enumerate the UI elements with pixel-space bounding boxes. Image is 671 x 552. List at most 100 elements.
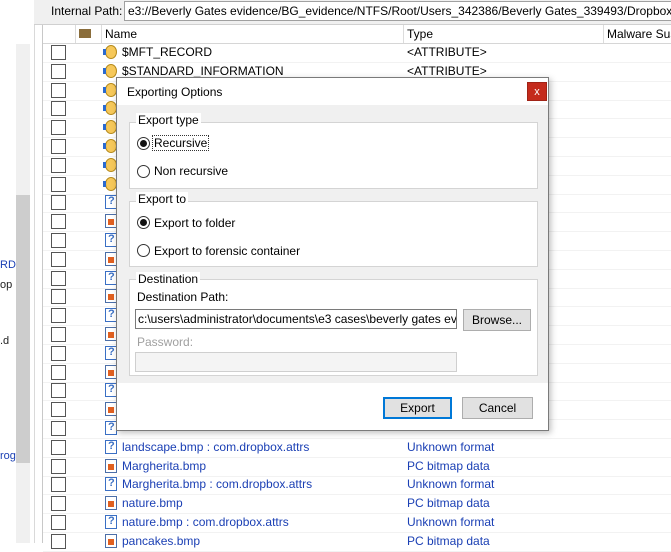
table-row[interactable]: nature.bmp PC bitmap data xyxy=(43,494,671,515)
row-checkbox[interactable] xyxy=(51,120,66,136)
unknown-file-icon xyxy=(105,515,117,529)
export-to-folder-radio[interactable] xyxy=(137,216,150,229)
export-to-legend: Export to xyxy=(136,192,189,206)
destination-group: Destination Destination Path: c:\users\a… xyxy=(129,272,538,376)
destination-legend: Destination xyxy=(136,272,201,286)
header-icon-col[interactable] xyxy=(76,25,102,43)
row-checkbox[interactable] xyxy=(51,327,66,342)
row-checkbox[interactable] xyxy=(51,289,66,305)
row-checkbox[interactable] xyxy=(51,402,66,418)
row-checkbox[interactable] xyxy=(51,364,66,380)
left-tree-panel: ▲ RD op .d rog xyxy=(0,0,35,543)
row-name: nature.bmp : com.dropbox.attrs xyxy=(122,515,289,529)
table-row[interactable]: $MFT_RECORD <ATTRIBUTE> xyxy=(43,43,671,63)
unknown-file-icon xyxy=(105,477,117,492)
header-type[interactable]: Type xyxy=(404,25,604,43)
row-type: <ATTRIBUTE> xyxy=(407,45,487,59)
row-checkbox[interactable] xyxy=(51,101,66,117)
row-checkbox[interactable] xyxy=(51,477,66,493)
row-checkbox[interactable] xyxy=(51,458,66,474)
tree-fragment[interactable]: RD xyxy=(0,259,16,271)
row-checkbox[interactable] xyxy=(51,383,66,399)
table-row[interactable]: Margherita.bmp : com.dropbox.attrs Unknow… xyxy=(43,475,671,496)
row-checkbox[interactable] xyxy=(51,45,66,60)
row-checkbox[interactable] xyxy=(51,533,66,549)
destination-path-label: Destination Path: xyxy=(137,290,229,304)
row-name: Margherita.bmp : com.dropbox.attrs xyxy=(122,477,313,492)
non-recursive-label[interactable]: Non recursive xyxy=(154,164,228,178)
dialog-title: Exporting Options xyxy=(127,85,223,99)
export-type-legend: Export type xyxy=(136,113,201,127)
table-row[interactable]: pancakes.bmp PC bitmap data xyxy=(43,532,671,552)
bitmap-file-icon xyxy=(105,458,117,473)
attribute-icon xyxy=(103,63,117,78)
browse-button[interactable]: Browse... xyxy=(463,309,531,331)
recursive-label[interactable]: Recursive xyxy=(152,135,210,151)
row-checkbox[interactable] xyxy=(51,421,66,436)
row-name: nature.bmp xyxy=(122,496,183,511)
path-bar: Internal Path: e3://Beverly Gates eviden… xyxy=(34,0,671,25)
tree-fragment[interactable]: op xyxy=(0,279,12,291)
unknown-file-icon xyxy=(105,439,117,454)
close-button[interactable]: x xyxy=(527,82,547,101)
folder-column-icon xyxy=(79,29,91,38)
row-checkbox[interactable] xyxy=(51,82,66,98)
header-name[interactable]: Name xyxy=(102,25,404,43)
table-row[interactable]: Margherita.bmp PC bitmap data xyxy=(43,457,671,477)
row-checkbox[interactable] xyxy=(51,251,66,267)
row-checkbox[interactable] xyxy=(51,496,66,512)
row-checkbox[interactable] xyxy=(51,515,66,530)
password-label: Password: xyxy=(137,335,194,349)
row-checkbox[interactable] xyxy=(51,345,66,361)
row-type: Unknown format xyxy=(407,515,495,529)
header-malware-suspicion[interactable]: Malware Susp xyxy=(604,25,671,43)
row-type: Unknown format xyxy=(407,439,495,454)
tree-scrollbar-thumb[interactable] xyxy=(16,195,30,463)
grid-header: Name Type Malware Susp xyxy=(43,25,671,44)
row-checkbox[interactable] xyxy=(51,176,66,192)
dialog-titlebar[interactable]: Exporting Options x xyxy=(117,78,548,105)
attribute-icon xyxy=(103,45,117,59)
row-checkbox[interactable] xyxy=(51,214,66,230)
row-type: PC bitmap data xyxy=(407,458,490,473)
dialog-button-bar: Export Cancel xyxy=(117,383,548,430)
row-checkbox[interactable] xyxy=(51,308,66,324)
recursive-radio[interactable] xyxy=(137,137,150,150)
header-checkbox-col[interactable] xyxy=(43,25,76,43)
row-name: pancakes.bmp xyxy=(122,533,201,548)
row-type: PC bitmap data xyxy=(407,496,490,511)
row-checkbox[interactable] xyxy=(51,270,66,286)
internal-path-label: Internal Path: xyxy=(51,4,123,18)
exporting-options-dialog: Exporting Options x Export type Recursiv… xyxy=(116,77,549,431)
row-type: <ATTRIBUTE> xyxy=(407,63,487,78)
row-name: $STANDARD_INFORMATION xyxy=(122,63,284,78)
tree-fragment[interactable]: rog xyxy=(0,450,16,462)
export-button[interactable]: Export xyxy=(383,397,452,419)
row-checkbox[interactable] xyxy=(51,233,66,248)
row-checkbox[interactable] xyxy=(51,195,66,211)
export-type-group: Export type Recursive Non recursive xyxy=(129,113,538,189)
export-to-container-radio[interactable] xyxy=(137,244,150,257)
password-field[interactable] xyxy=(135,352,457,372)
row-name: Margherita.bmp xyxy=(122,458,207,473)
tree-fragment[interactable]: .d xyxy=(0,335,9,347)
row-name: $MFT_RECORD xyxy=(122,45,213,59)
destination-path-field[interactable]: c:\users\administrator\documents\e3 case… xyxy=(135,309,457,329)
close-icon: x xyxy=(534,86,540,98)
row-checkbox[interactable] xyxy=(51,157,66,173)
table-row[interactable]: landscape.bmp : com.dropbox.attrs Unknown… xyxy=(43,438,671,458)
cancel-button[interactable]: Cancel xyxy=(462,397,533,419)
row-checkbox[interactable] xyxy=(51,139,66,154)
export-to-group: Export to Export to folder Export to for… xyxy=(129,192,538,267)
export-to-container-label[interactable]: Export to forensic container xyxy=(154,244,300,258)
bitmap-file-icon xyxy=(105,533,117,548)
internal-path-field[interactable]: e3://Beverly Gates evidence/BG_evidence/… xyxy=(124,1,671,21)
row-checkbox[interactable] xyxy=(51,63,66,79)
export-to-folder-label[interactable]: Export to folder xyxy=(154,216,235,230)
row-checkbox[interactable] xyxy=(51,439,66,455)
table-row[interactable]: nature.bmp : com.dropbox.attrs Unknown fo… xyxy=(43,513,671,533)
row-name: landscape.bmp : com.dropbox.attrs xyxy=(122,439,310,454)
row-type: Unknown format xyxy=(407,477,495,492)
non-recursive-radio[interactable] xyxy=(137,165,150,178)
row-type: PC bitmap data xyxy=(407,533,490,548)
